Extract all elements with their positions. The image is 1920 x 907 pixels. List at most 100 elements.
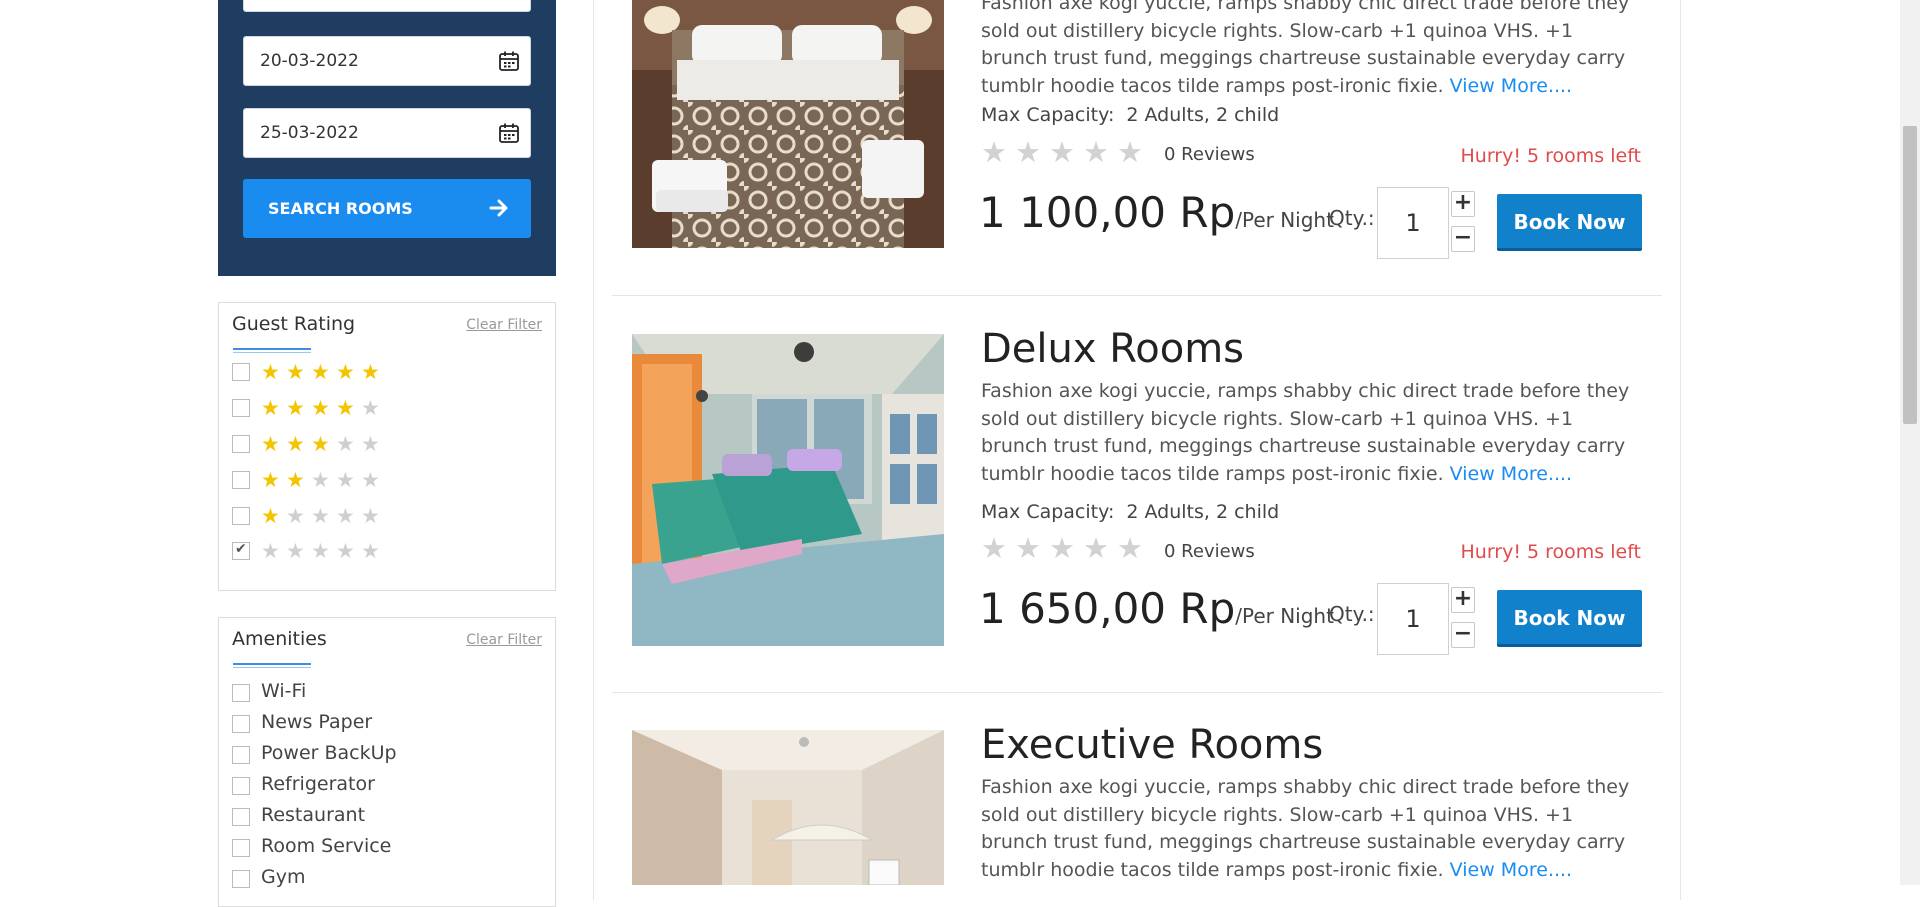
room-image-delux[interactable] xyxy=(632,334,944,646)
star-icon: ★ xyxy=(361,504,380,528)
amenity-checkbox[interactable] xyxy=(232,839,250,857)
divider xyxy=(612,295,1662,296)
rating-checkbox[interactable] xyxy=(232,507,250,525)
capacity-value: 2 Adults, 2 child xyxy=(1126,104,1280,126)
star-icon: ★ xyxy=(336,360,355,384)
search-rooms-label: SEARCH ROOMS xyxy=(268,199,413,218)
room-image-executive[interactable] xyxy=(632,730,944,885)
title-underline xyxy=(233,663,311,668)
star-icon: ★ xyxy=(286,360,305,384)
star-icon: ★ xyxy=(336,468,355,492)
star-icon: ★ xyxy=(286,504,305,528)
calendar-icon[interactable] xyxy=(498,50,520,72)
quantity-input[interactable]: 1 xyxy=(1377,187,1449,259)
rating-stars-5[interactable]: ★ ★ ★ ★ ★ xyxy=(261,361,386,383)
max-capacity: Max Capacity: 2 Adults, 2 child xyxy=(981,104,1279,126)
star-icon: ★ xyxy=(311,396,330,420)
star-icon: ★ xyxy=(286,432,305,456)
amenities-title: Amenities xyxy=(232,628,327,650)
price-value: 1 650,00 Rp xyxy=(979,584,1236,633)
clear-filter-link[interactable]: Clear Filter xyxy=(466,632,542,648)
amenity-label[interactable]: Refrigerator xyxy=(261,773,375,795)
amenity-label[interactable]: Power BackUp xyxy=(261,742,397,764)
rating-stars-3[interactable]: ★ ★ ★ ★ ★ xyxy=(261,433,386,455)
star-icon: ★ xyxy=(1015,135,1041,169)
checkin-date-input[interactable]: 20-03-2022 xyxy=(243,36,531,86)
star-icon: ★ xyxy=(261,432,280,456)
quantity-input[interactable]: 1 xyxy=(1377,583,1449,655)
checkout-date-input[interactable]: 25-03-2022 xyxy=(243,108,531,158)
rating-checkbox[interactable] xyxy=(232,363,250,381)
scrollbar[interactable] xyxy=(1900,0,1920,885)
star-icon: ★ xyxy=(311,360,330,384)
amenity-checkbox[interactable] xyxy=(232,808,250,826)
star-icon: ★ xyxy=(361,432,380,456)
view-more-link[interactable]: View More.... xyxy=(1450,75,1572,97)
amenity-label[interactable]: Restaurant xyxy=(261,804,365,826)
rating-stars-1[interactable]: ★ ★ ★ ★ ★ xyxy=(261,505,386,527)
room-price: 1 650,00 Rp/Per Night xyxy=(979,584,1334,633)
capacity-label: Max Capacity: xyxy=(981,501,1115,523)
guest-rating-title: Guest Rating xyxy=(232,313,356,335)
star-icon: ★ xyxy=(261,468,280,492)
star-icon: ★ xyxy=(981,135,1007,169)
amenity-checkbox[interactable] xyxy=(232,715,250,733)
arrow-right-icon xyxy=(489,199,508,217)
review-count[interactable]: 0 Reviews xyxy=(1164,541,1255,562)
star-icon: ★ xyxy=(981,531,1007,565)
star-icon: ★ xyxy=(286,539,305,563)
review-count[interactable]: 0 Reviews xyxy=(1164,144,1255,165)
room-title[interactable]: Executive Rooms xyxy=(981,722,1323,768)
search-panel: 20-03-2022 25-03-2022 SEARCH ROOMS xyxy=(218,0,556,276)
scrollbar-thumb[interactable] xyxy=(1903,126,1917,424)
search-rooms-button[interactable]: SEARCH ROOMS xyxy=(243,179,531,238)
room-price: 1 100,00 Rp/Per Night xyxy=(979,188,1334,237)
availability-notice: Hurry! 5 rooms left xyxy=(1460,541,1641,563)
room-title[interactable]: Delux Rooms xyxy=(981,326,1244,372)
room-description: Fashion axe kogi yuccie, ramps shabby ch… xyxy=(981,0,1641,100)
guest-rating-filter: Guest Rating Clear Filter ★ ★ ★ ★ ★ ★ ★ ★ ★ ★ ★ ★ ★ ★… xyxy=(218,302,556,591)
star-icon: ★ xyxy=(311,432,330,456)
rating-checkbox[interactable] xyxy=(232,435,250,453)
amenity-label[interactable]: Wi-Fi xyxy=(261,680,306,702)
plus-icon[interactable]: + xyxy=(1451,587,1475,613)
plus-icon[interactable]: + xyxy=(1451,191,1475,217)
rating-stars-4[interactable]: ★ ★ ★ ★ ★ xyxy=(261,397,386,419)
checkout-date-value: 25-03-2022 xyxy=(260,123,359,143)
star-icon: ★ xyxy=(1049,135,1075,169)
rating-checkbox[interactable] xyxy=(232,541,250,560)
calendar-icon[interactable] xyxy=(498,122,520,144)
room-image-standard[interactable] xyxy=(632,0,944,248)
amenity-checkbox[interactable] xyxy=(232,870,250,888)
star-icon: ★ xyxy=(336,539,355,563)
amenity-label[interactable]: Room Service xyxy=(261,835,391,857)
max-capacity: Max Capacity: 2 Adults, 2 child xyxy=(981,501,1279,523)
amenity-checkbox[interactable] xyxy=(232,684,250,702)
amenity-checkbox[interactable] xyxy=(232,746,250,764)
rating-checkbox[interactable] xyxy=(232,471,250,489)
clear-filter-link[interactable]: Clear Filter xyxy=(466,317,542,333)
book-now-button[interactable]: Book Now xyxy=(1497,194,1642,251)
star-icon: ★ xyxy=(311,539,330,563)
per-night-label: /Per Night xyxy=(1235,208,1334,232)
star-icon: ★ xyxy=(261,504,280,528)
minus-icon[interactable]: − xyxy=(1451,226,1475,252)
view-more-link[interactable]: View More.... xyxy=(1450,859,1572,881)
review-stars: ★ ★ ★ ★ ★ xyxy=(981,137,1151,167)
rating-checkbox[interactable] xyxy=(232,399,250,417)
search-field-top[interactable] xyxy=(243,0,531,12)
rating-stars-0[interactable]: ★ ★ ★ ★ ★ xyxy=(261,540,386,562)
room-description: Fashion axe kogi yuccie, ramps shabby ch… xyxy=(981,774,1641,884)
minus-icon[interactable]: − xyxy=(1451,622,1475,648)
rating-stars-2[interactable]: ★ ★ ★ ★ ★ xyxy=(261,469,386,491)
star-icon: ★ xyxy=(336,396,355,420)
book-now-button[interactable]: Book Now xyxy=(1497,590,1642,647)
star-icon: ★ xyxy=(261,539,280,563)
amenity-label[interactable]: News Paper xyxy=(261,711,372,733)
star-icon: ★ xyxy=(361,468,380,492)
title-underline xyxy=(233,348,311,353)
room-description: Fashion axe kogi yuccie, ramps shabby ch… xyxy=(981,378,1641,488)
star-icon: ★ xyxy=(361,396,380,420)
amenity-checkbox[interactable] xyxy=(232,777,250,795)
view-more-link[interactable]: View More.... xyxy=(1450,463,1572,485)
